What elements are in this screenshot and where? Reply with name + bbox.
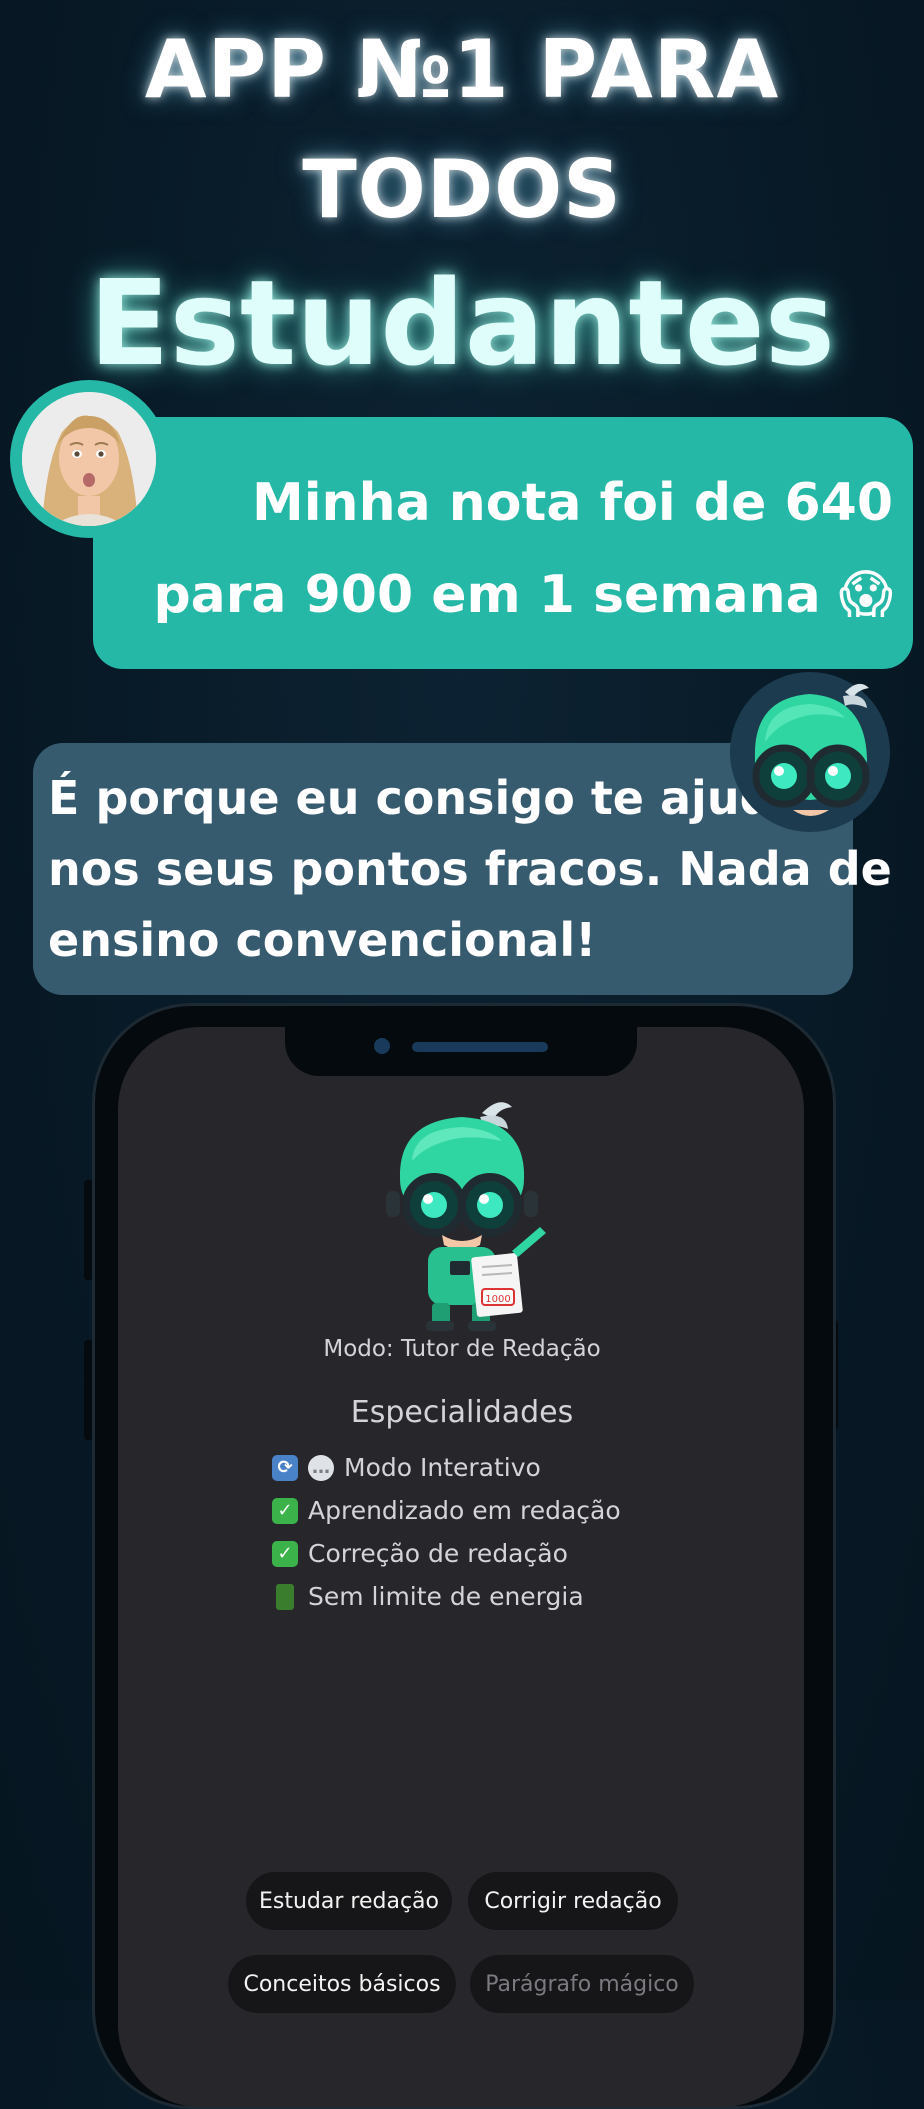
- bot-message-line-2: nos seus pontos fracos. Nada de: [48, 842, 892, 896]
- chip-paragrafo-magico[interactable]: Parágrafo mágico: [470, 1955, 694, 2013]
- specialty-item-learning: ✓ Aprendizado em redação: [272, 1489, 621, 1532]
- check-icon: ✓: [272, 1540, 298, 1567]
- specialty-item-interactive: ⟳ … Modo Interativo: [272, 1446, 621, 1489]
- specialty-label: Aprendizado em redação: [308, 1496, 621, 1525]
- user-message-line-2: para 900 em 1 semana 😱: [153, 565, 893, 625]
- headline-line-1: APP №1 PARA: [144, 23, 780, 116]
- user-avatar: [22, 392, 156, 526]
- specialty-item-correction: ✓ Correção de redação: [272, 1532, 621, 1575]
- paper-score: 1000: [485, 1294, 510, 1305]
- bot-message-line-1: É porque eu consigo te ajudar: [48, 771, 827, 825]
- bot-message-line-3: ensino convencional!: [48, 913, 597, 967]
- check-icon: ✓: [272, 1497, 298, 1524]
- user-message-line-1: Minha nota foi de 640: [251, 473, 893, 533]
- specialties-list: ⟳ … Modo Interativo ✓ Aprendizado em red…: [272, 1446, 621, 1618]
- robot-tutor-mascot-icon: 1000: [386, 1102, 546, 1331]
- chip-conceitos-basicos[interactable]: Conceitos básicos: [228, 1955, 456, 2013]
- tutor-mode-label: Modo: Tutor de Redação: [323, 1336, 601, 1362]
- speech-bubble-icon: …: [308, 1454, 334, 1481]
- surprised-woman-avatar-icon: [22, 392, 156, 526]
- user-message-bubble: Minha nota foi de 640 para 900 em 1 sema…: [93, 417, 913, 669]
- bot-message-bubble: É porque eu consigo te ajudar nos seus p…: [33, 743, 892, 995]
- headline-line-2: TODOS: [302, 143, 622, 236]
- specialty-label: Correção de redação: [308, 1539, 568, 1568]
- headline-estudantes: Estudantes: [88, 254, 836, 392]
- sync-icon: ⟳: [272, 1454, 298, 1481]
- speaker-grille: [412, 1042, 548, 1052]
- chip-estudar-redacao[interactable]: Estudar redação: [246, 1872, 452, 1930]
- specialty-label: Modo Interativo: [344, 1453, 541, 1482]
- specialties-title: Especialidades: [350, 1395, 574, 1430]
- specialty-label: Sem limite de energia: [308, 1582, 584, 1611]
- battery-icon: [276, 1583, 294, 1610]
- specialty-item-energy: Sem limite de energia: [272, 1575, 621, 1618]
- robot-avatar-icon: [752, 683, 870, 816]
- essay-paper-icon: 1000: [471, 1253, 523, 1317]
- chip-corrigir-redacao[interactable]: Corrigir redação: [468, 1872, 678, 1930]
- camera-icon: [374, 1038, 390, 1054]
